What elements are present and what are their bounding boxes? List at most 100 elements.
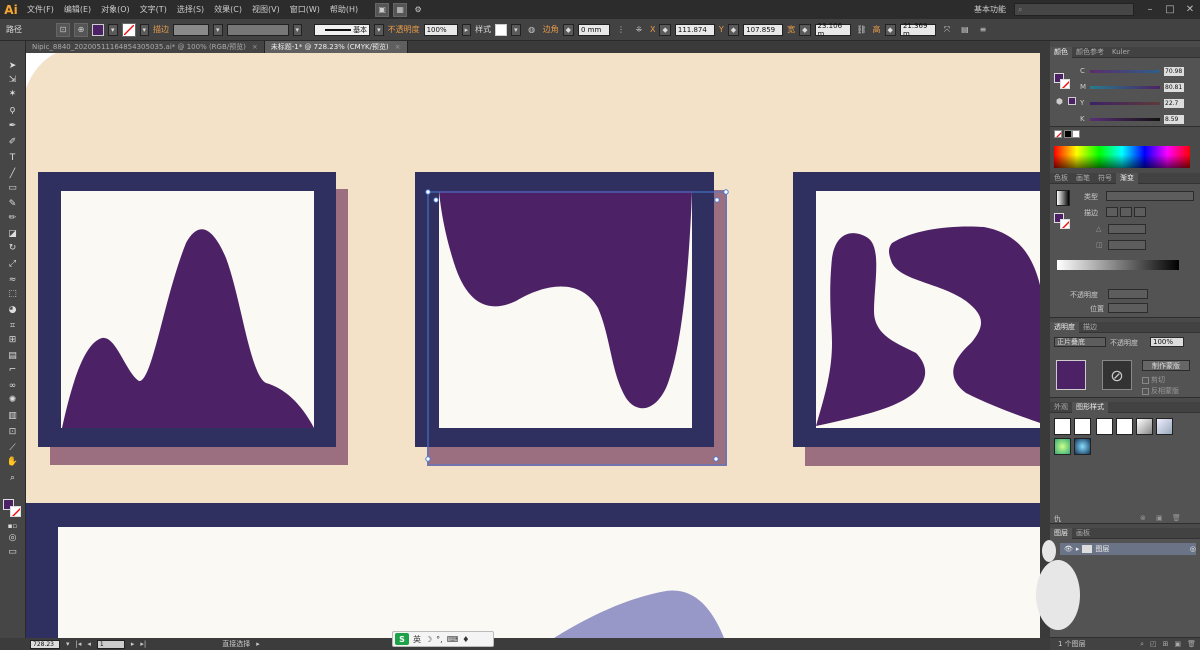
anchor-point[interactable] — [433, 197, 439, 203]
workspace-switcher[interactable]: 基本功能 — [974, 4, 1006, 15]
stroke-along-button[interactable] — [1120, 207, 1132, 217]
shape-builder-tool-icon[interactable]: ◕ — [5, 303, 20, 317]
transform-icon[interactable]: ⤧ — [940, 23, 954, 37]
invert-mask-checkbox[interactable]: 反相蒙版 — [1142, 386, 1179, 396]
black-slider[interactable] — [1090, 117, 1160, 121]
curvature-tool-icon[interactable]: ✐ — [5, 135, 20, 149]
black-swatch[interactable] — [1064, 130, 1072, 138]
stroke-color-box[interactable] — [10, 506, 21, 517]
tab-stroke[interactable]: 描边 — [1079, 322, 1101, 333]
first-artboard-icon[interactable]: |◂ — [76, 640, 82, 648]
tab-brushes[interactable]: 画笔 — [1072, 173, 1094, 184]
make-mask-button[interactable]: 制作蒙版 — [1142, 360, 1190, 371]
aspect-ratio-dropdown[interactable] — [1108, 240, 1146, 250]
search-input[interactable]: ⌕ — [1014, 3, 1134, 16]
graphic-style-white[interactable] — [1096, 418, 1113, 435]
symbol-sprayer-tool-icon[interactable]: ✺ — [5, 393, 20, 407]
status-menu-icon[interactable]: ▸ — [256, 640, 260, 648]
magenta-slider[interactable] — [1090, 85, 1160, 89]
corner-dropdown[interactable]: ◆ — [562, 23, 574, 36]
free-transform-tool-icon[interactable]: ⬚ — [5, 287, 20, 301]
fill-swatch[interactable] — [92, 23, 104, 36]
gradient-opacity-dropdown[interactable] — [1108, 289, 1148, 299]
white-swatch[interactable] — [1072, 130, 1080, 138]
clip-checkbox-box[interactable] — [1142, 376, 1149, 384]
maximize-button[interactable]: □ — [1160, 0, 1180, 19]
tab-appearance[interactable]: 外观 — [1050, 402, 1072, 413]
eyedropper-tool-icon[interactable]: ⌐ — [5, 363, 20, 377]
yellow-input[interactable]: 22.7 — [1164, 98, 1184, 108]
object-thumbnail[interactable] — [1056, 360, 1086, 390]
scale-tool-icon[interactable]: ⤢ — [5, 257, 20, 271]
x-stepper[interactable]: ◆ — [659, 23, 671, 36]
gradient-stroke-swatch[interactable] — [1060, 219, 1070, 229]
gradient-slider[interactable] — [1057, 260, 1179, 270]
locate-object-icon[interactable]: ⌕ — [1140, 640, 1144, 649]
new-sublayer-icon[interactable]: ⊞ — [1163, 640, 1169, 648]
tab-transparency[interactable]: 透明度 — [1050, 321, 1079, 333]
warp-tool-icon[interactable]: ≈ — [5, 273, 20, 287]
gpu-icon[interactable]: ⚙ — [411, 3, 425, 17]
tab-graphic-styles[interactable]: 图形样式 — [1072, 401, 1108, 413]
selection-handle[interactable] — [425, 189, 431, 195]
graphic-style-green[interactable] — [1054, 438, 1071, 455]
blend-mode-dropdown[interactable]: 正片叠底 — [1054, 337, 1106, 347]
stroke-weight-input[interactable] — [173, 23, 210, 36]
zoom-tool-icon[interactable]: ⌕ — [5, 471, 20, 485]
menu-type[interactable]: 文字(T) — [135, 4, 172, 15]
delete-style-icon[interactable]: 🗑 — [1172, 514, 1181, 522]
ime-logo[interactable]: S — [395, 633, 409, 645]
graphic-style-default[interactable] — [1054, 418, 1071, 435]
graphic-style-blue[interactable] — [1074, 438, 1091, 455]
align-icon[interactable]: ⋮ — [614, 23, 628, 37]
new-style-icon[interactable]: ▣ — [1156, 514, 1163, 522]
close-tab-icon[interactable]: × — [252, 43, 258, 51]
graphic-style-swatch[interactable] — [495, 23, 508, 36]
minimize-button[interactable]: – — [1140, 0, 1160, 19]
panel-stroke-swatch[interactable] — [1060, 79, 1070, 89]
reference-point-icon[interactable]: ⁜ — [632, 23, 646, 37]
cyan-slider[interactable] — [1090, 69, 1160, 73]
corner-label[interactable]: 边角 — [543, 24, 559, 35]
out-of-gamut-icon[interactable]: ⬢ — [1056, 97, 1065, 106]
profile-dropdown[interactable]: ▾ — [292, 23, 303, 36]
gradient-preview-swatch[interactable] — [1056, 190, 1070, 206]
stroke-label[interactable]: 描边 — [153, 24, 169, 35]
graphic-style-dropdown[interactable]: ▾ — [511, 23, 521, 36]
opacity-dropdown[interactable]: ▸ — [461, 23, 472, 36]
target-circle-icon[interactable]: ◎ — [1190, 545, 1196, 553]
y-input[interactable]: 107.859 — [743, 23, 784, 36]
color-spectrum[interactable] — [1054, 146, 1190, 168]
stroke-across-button[interactable] — [1134, 207, 1146, 217]
gradient-type-dropdown[interactable] — [1106, 191, 1194, 201]
width-input[interactable]: 23.106 m — [814, 22, 851, 38]
tab-gradient[interactable]: 渐变 — [1116, 172, 1138, 184]
artboard-number-input[interactable]: 1 — [96, 639, 125, 649]
width-stepper[interactable]: ◆ — [799, 23, 811, 36]
layer-name[interactable]: 图层 — [1095, 544, 1109, 554]
close-tab-icon[interactable]: × — [395, 43, 401, 51]
none-swatch[interactable] — [1054, 130, 1062, 138]
ime-language-label[interactable]: 英 — [413, 634, 421, 645]
prev-artboard-icon[interactable]: ◂ — [87, 640, 91, 648]
width-label[interactable]: 宽 — [787, 24, 795, 35]
pencil-tool-icon[interactable]: ✏ — [5, 211, 20, 225]
punctuation-icon[interactable]: °, — [436, 635, 443, 644]
opacity-label[interactable]: 不透明度 — [388, 24, 420, 35]
menu-help[interactable]: 帮助(H) — [325, 4, 363, 15]
y-stepper[interactable]: ◆ — [727, 23, 740, 36]
menu-effect[interactable]: 效果(C) — [209, 4, 247, 15]
last-artboard-icon[interactable]: ▸| — [140, 640, 146, 648]
eraser-tool-icon[interactable]: ◪ — [5, 227, 20, 241]
graphic-style-none[interactable] — [1074, 418, 1091, 435]
selection-handle[interactable] — [723, 189, 729, 195]
panel-menu-icon[interactable]: ≡ — [976, 23, 990, 37]
tab-layers[interactable]: 图层 — [1050, 527, 1072, 539]
tab-swatches[interactable]: 色板 — [1050, 173, 1072, 184]
visibility-eye-icon[interactable]: 👁 — [1064, 545, 1073, 553]
height-stepper[interactable]: ◆ — [884, 23, 896, 36]
stroke-within-button[interactable] — [1106, 207, 1118, 217]
angle-dropdown[interactable] — [1108, 224, 1146, 234]
rotate-tool-icon[interactable]: ↻ — [5, 241, 20, 255]
x-input[interactable]: 111.874 — [674, 23, 715, 36]
